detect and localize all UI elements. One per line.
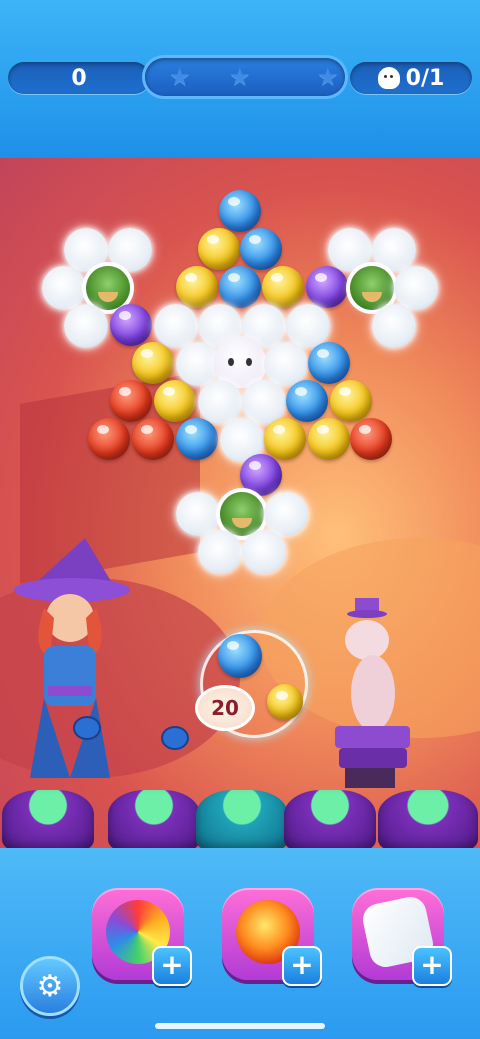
bubble-blue (286, 380, 328, 422)
witch-character (14, 538, 130, 778)
score-display: 0 (8, 62, 150, 94)
moves-counter: 20 (195, 685, 255, 731)
cloud-bubble (154, 304, 198, 348)
add-booster-button[interactable]: + (152, 946, 192, 986)
cloud-bubble (264, 492, 308, 536)
bubble-yellow (198, 228, 240, 270)
turtle-blocker (220, 492, 264, 536)
cauldron (108, 790, 200, 848)
cloud-bubble (372, 228, 416, 272)
cloud-bubble (42, 266, 86, 310)
cauldron (2, 790, 94, 848)
cloud-bubble (264, 342, 308, 386)
game-board[interactable]: 20 (0, 158, 480, 848)
bubble-blue (240, 228, 282, 270)
add-booster-button[interactable]: + (412, 946, 452, 986)
booster-fireball-button[interactable]: + (222, 888, 322, 986)
turtle-blocker (350, 266, 394, 310)
top-hud: 0 ★ ★ ★ 0/1 (0, 0, 480, 158)
cloud-bubble (242, 530, 286, 574)
spider-icon (163, 728, 187, 748)
cloud-bubble (198, 530, 242, 574)
star-progress-bar: ★ ★ ★ (145, 58, 345, 96)
next-bubble[interactable] (267, 684, 303, 720)
bubble-yellow (154, 380, 196, 422)
moves-left: 20 (211, 696, 239, 720)
bubble-yellow (264, 418, 306, 460)
settings-button[interactable]: ⚙ (20, 956, 80, 1016)
star-icon: ★ (169, 63, 191, 91)
add-booster-button[interactable]: + (282, 946, 322, 986)
gear-icon: ⚙ (36, 968, 64, 1004)
current-bubble[interactable] (218, 634, 262, 678)
bubble-yellow (308, 418, 350, 460)
booster-bar: + + + ⚙ (0, 848, 480, 1039)
cloud-bubble (286, 304, 330, 348)
bubble-yellow (176, 266, 218, 308)
bubble-purple (240, 454, 282, 496)
bubble-red (350, 418, 392, 460)
cloud-bubble (242, 380, 286, 424)
cauldron (196, 790, 288, 848)
turtle-blocker (86, 266, 130, 310)
cloud-bubble (372, 304, 416, 348)
bubble-blue (176, 418, 218, 460)
cloud-bubble (198, 380, 242, 424)
bubble-red (132, 418, 174, 460)
bubble-yellow (262, 266, 304, 308)
cloud-bubble (64, 228, 108, 272)
cloud-bubble (328, 228, 372, 272)
home-indicator (155, 1023, 325, 1029)
bubble-purple (306, 266, 348, 308)
bubble-yellow (132, 342, 174, 384)
cloud-bubble (64, 304, 108, 348)
bubble-red (110, 380, 152, 422)
goal-progress: 0/1 (405, 65, 445, 91)
cauldron (378, 790, 478, 848)
score-value: 0 (71, 65, 87, 91)
cat-character (335, 598, 410, 788)
spider-icon (75, 718, 99, 738)
bubble-purple (110, 304, 152, 346)
booster-rainbow-button[interactable]: + (92, 888, 192, 986)
ghost-icon (377, 67, 400, 89)
bubble-yellow (330, 380, 372, 422)
cauldron (284, 790, 376, 848)
bubble-blue (308, 342, 350, 384)
cloud-bubble (176, 492, 220, 536)
booster-wand-button[interactable]: + (352, 888, 452, 986)
cloud-bubble (394, 266, 438, 310)
star-icon: ★ (229, 63, 251, 91)
bubble-blue (219, 266, 261, 308)
cloud-bubble (108, 228, 152, 272)
goal-counter: 0/1 (350, 62, 472, 94)
bubble-blue (219, 190, 261, 232)
bubble-red (88, 418, 130, 460)
star-icon: ★ (317, 63, 339, 91)
